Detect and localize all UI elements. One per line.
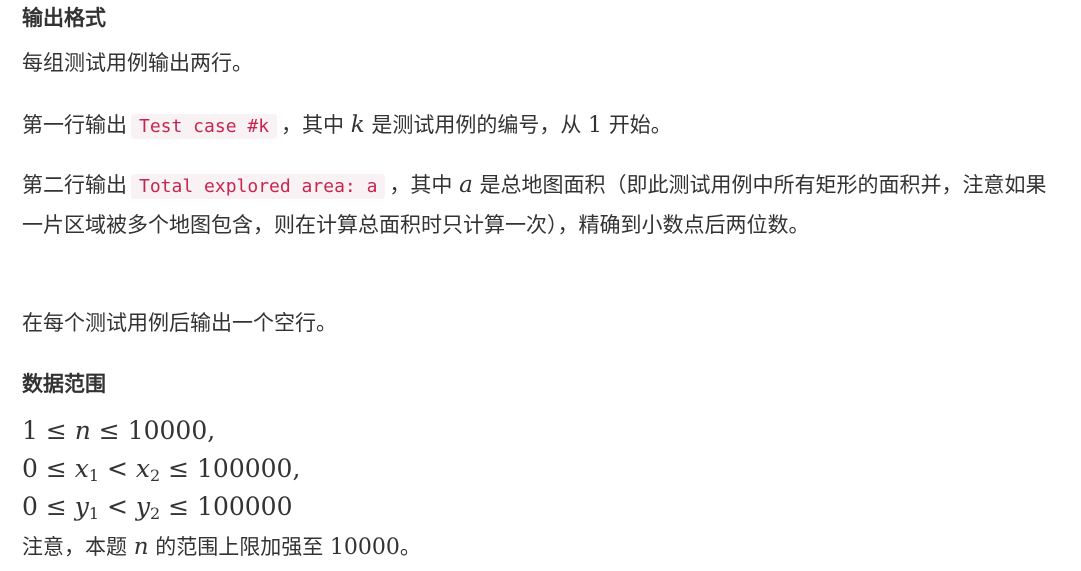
- output-line3: 在每个测试用例后输出一个空行。: [22, 311, 337, 335]
- note-mid: 的范围上限加强至: [155, 535, 324, 559]
- y2-sub: 2: [150, 504, 161, 523]
- var-k: k: [350, 112, 365, 138]
- note-suffix: 。: [399, 535, 421, 559]
- note-var-n: n: [133, 534, 149, 560]
- n-tail: ,: [207, 416, 216, 445]
- y2-var: y: [135, 492, 151, 521]
- x2-var: x: [135, 454, 150, 483]
- code-total-area: Total explored area: a: [131, 174, 386, 199]
- line1-suffix-b: 开始。: [608, 113, 672, 137]
- y1-var: y: [74, 492, 89, 521]
- line2-prefix: 第二行输出: [22, 173, 127, 197]
- line2-mid: ，其中: [389, 173, 453, 197]
- note-num: 10000: [329, 535, 400, 560]
- x1-var: x: [74, 454, 89, 483]
- n-var: n: [74, 416, 91, 445]
- x-tail: ,: [292, 454, 301, 483]
- n-lo: 1: [22, 416, 38, 445]
- line1-suffix-a: 是测试用例的编号，从: [371, 113, 582, 137]
- data-range-heading: 数据范围: [22, 372, 106, 396]
- n-range-formula: 1 ≤ n ≤ 10000,: [22, 416, 216, 445]
- x-lo: 0: [22, 454, 38, 483]
- output-line1: 第一行输出 Test case #k ，其中 k 是测试用例的编号，从 1 开始。: [22, 106, 672, 146]
- x2-sub: 2: [150, 466, 161, 485]
- var-a: a: [459, 172, 473, 198]
- x-hi: 100000: [197, 454, 293, 483]
- x1-sub: 1: [88, 466, 100, 485]
- output-intro: 每组测试用例输出两行。: [22, 51, 253, 75]
- line1-prefix: 第一行输出: [22, 113, 127, 137]
- y1-sub: 1: [88, 504, 100, 523]
- y-lo: 0: [22, 492, 38, 521]
- y-range-formula: 0 ≤ y1 < y2 ≤ 100000: [22, 492, 293, 523]
- code-test-case: Test case #k: [131, 114, 278, 139]
- n-hi: 10000: [127, 416, 208, 445]
- range-note: 注意，本题 n 的范围上限加强至 10000。: [22, 528, 421, 567]
- note-prefix: 注意，本题: [22, 535, 127, 559]
- output-line2: 第二行输出 Total explored area: a ，其中 a 是总地图面积（…: [22, 166, 1062, 244]
- y-hi: 100000: [197, 492, 293, 521]
- line1-mid: ，其中: [281, 113, 345, 137]
- output-format-heading: 输出格式: [22, 6, 106, 30]
- num-start: 1: [588, 113, 603, 138]
